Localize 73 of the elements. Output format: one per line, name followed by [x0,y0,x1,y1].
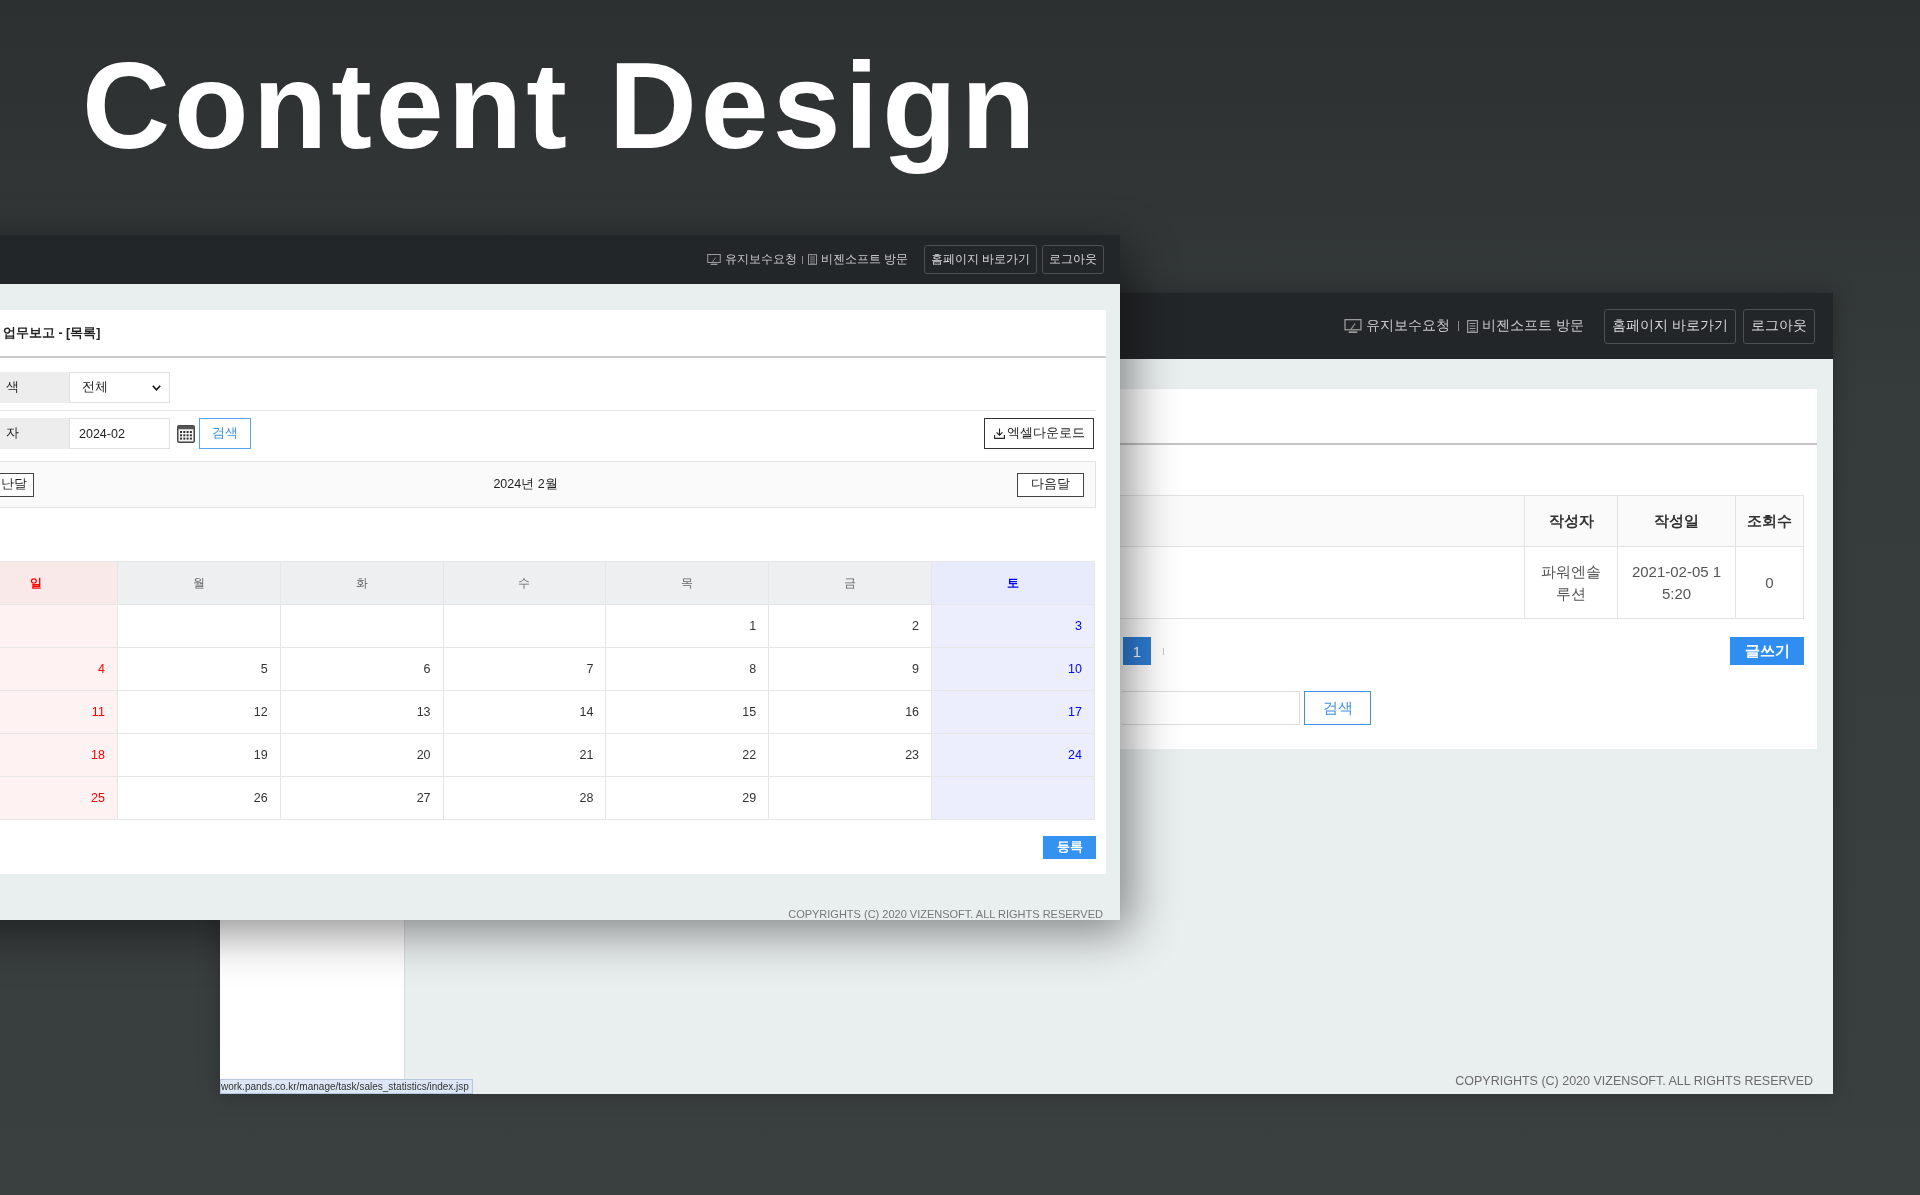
search-button[interactable]: 검색 [199,418,251,449]
document-icon [1467,319,1479,333]
calendar-day[interactable]: 10 [931,647,1095,691]
weekday-header: 일 [0,561,118,605]
column-header: 작성일 [1617,495,1736,547]
calendar-day[interactable]: 19 [117,733,281,777]
calendar-day[interactable]: 9 [768,647,932,691]
filter-label: 색 [0,372,69,403]
search-field[interactable] [1122,691,1300,725]
next-month-button[interactable]: 다음달 [1017,472,1084,497]
download-icon [993,428,1005,439]
calendar-day[interactable]: 12 [117,690,281,734]
calendar-day[interactable]: 27 [280,776,444,820]
calendar-day[interactable]: 26 [117,776,281,820]
copyright-text: COPYRIGHTS (C) 2020 VIZENSOFT. ALL RIGHTS RESERVED [1455,1074,1813,1088]
weekday-header: 화 [280,561,444,605]
calendar-day[interactable]: 2 [768,604,932,648]
top-bar-link[interactable]: 비젠소프트 방문 [1467,317,1585,335]
month-title: 2024년 2월 [493,476,558,493]
top-bar-button[interactable]: 홈페이지 바로가기 [923,245,1037,274]
calendar-day[interactable]: 24 [931,733,1095,777]
top-bar-link[interactable]: 유지보수요청 [706,252,797,267]
calendar-day[interactable]: 11 [0,690,118,734]
calendar-day[interactable]: 7 [443,647,606,691]
calendar-day[interactable]: 1 [605,604,769,648]
previous-month-button[interactable]: 난달 [0,472,34,497]
calendar-day[interactable]: 17 [931,690,1095,734]
copyright-text: COPYRIGHTS (C) 2020 VIZENSOFT. ALL RIGHTS RESERVED [788,908,1103,920]
calendar-day[interactable]: 21 [443,733,606,777]
weekday-header: 월 [117,561,281,605]
calendar-day[interactable]: 29 [605,776,769,820]
document-icon [807,254,817,265]
monitor-icon [706,254,721,265]
top-bar-link[interactable]: 비젠소프트 방문 [807,252,908,267]
monitor-icon [1344,319,1363,333]
calendar-day[interactable]: 5 [117,647,281,691]
column-header: 작성자 [1524,495,1618,547]
filter-label: 자 [0,418,69,449]
calendar-day[interactable]: 15 [605,690,769,734]
weekday-header: 수 [443,561,606,605]
top-bar-link[interactable]: 유지보수요청 [1344,317,1451,335]
table-cell: 파워엔솔루션 [1524,546,1618,619]
calendar-day[interactable]: 25 [0,776,118,820]
column-header: 조회수 [1735,495,1804,547]
calendar-day[interactable]: 3 [931,604,1095,648]
date-field[interactable]: 2024-02 [69,418,170,449]
calendar-day[interactable]: 20 [280,733,444,777]
calendar-icon[interactable] [177,424,195,443]
calendar-day[interactable]: 16 [768,690,932,734]
top-bar-button[interactable]: 로그아웃 [1042,245,1104,274]
calendar-day[interactable]: 28 [443,776,606,820]
calendar-day[interactable]: 8 [605,647,769,691]
top-bar-button[interactable]: 홈페이지 바로가기 [1604,308,1736,344]
calendar-day[interactable]: 23 [768,733,932,777]
page-heading: Content Design [82,37,1040,176]
top-bar-button[interactable]: 로그아웃 [1743,308,1815,344]
calendar-day[interactable]: 4 [0,647,118,691]
weekday-header: 금 [768,561,932,605]
calendar-day[interactable]: 6 [280,647,444,691]
table-cell: 0 [1735,546,1804,619]
table-cell: 2021-02-05 15:20 [1617,546,1736,619]
calendar-day[interactable]: 14 [443,690,606,734]
caret-icon [152,384,161,391]
select-field[interactable]: 전체 [69,372,170,403]
panel-title: 업무보고 - [목록] [2,324,101,342]
weekday-header: 목 [605,561,769,605]
page-button[interactable]: 1 [1123,637,1151,665]
excel-download-button[interactable]: 엑셀다운로드 [984,418,1094,449]
status-url: work.pands.co.kr/manage/task/sales_statistics/index.jsp [220,1079,473,1094]
calendar-day[interactable]: 22 [605,733,769,777]
calendar-day[interactable]: 13 [280,690,444,734]
weekday-header: 토 [931,561,1095,605]
calendar-day[interactable]: 18 [0,733,118,777]
